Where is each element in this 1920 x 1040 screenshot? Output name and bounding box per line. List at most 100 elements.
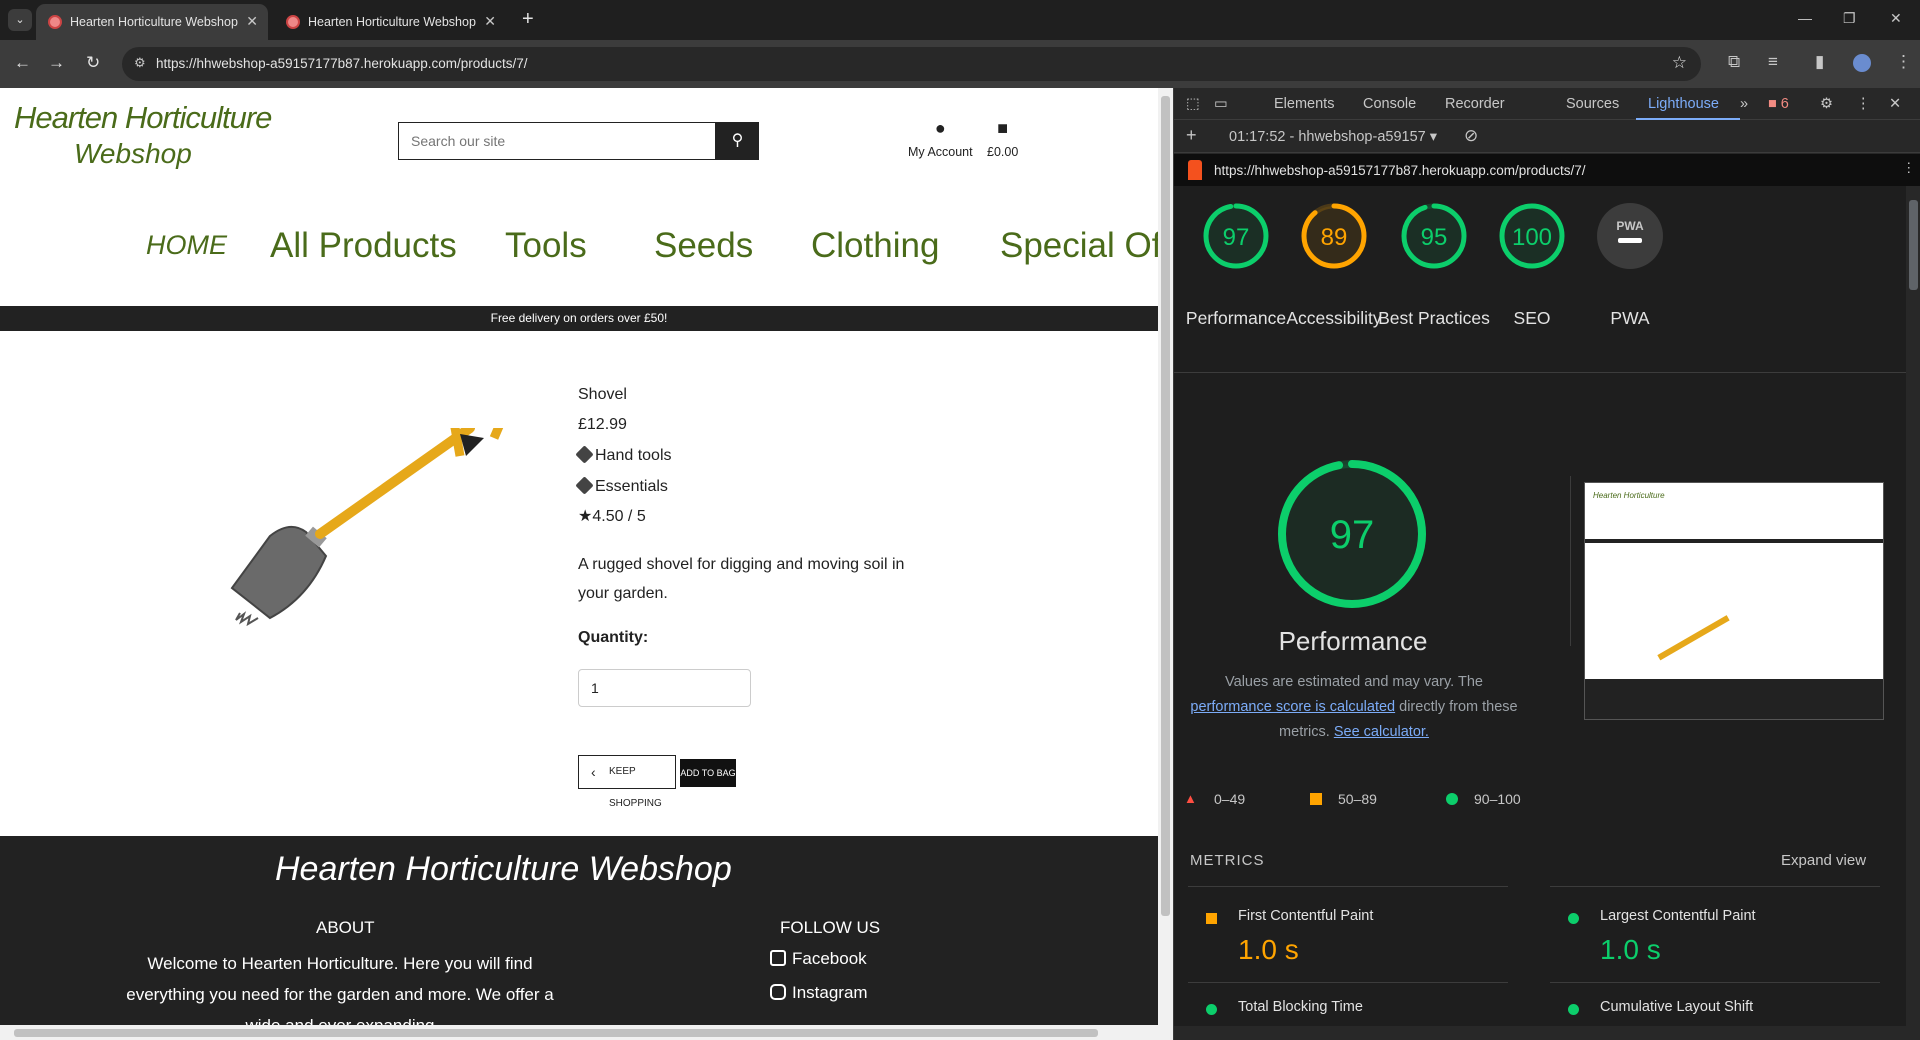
product-category-1[interactable]: Hand tools <box>575 445 672 465</box>
product-category-2[interactable]: Essentials <box>575 476 668 496</box>
lighthouse-toolbar: + 01:17:52 - hhwebshop-a59157 ▾ ⊘ <box>1174 121 1920 153</box>
webpage-viewport: Hearten Horticulture Webshop ⚲ ● My Acco… <box>0 88 1158 1025</box>
page-screenshot-thumbnail[interactable]: Hearten Horticulture <box>1584 482 1884 720</box>
browser-menu-icon[interactable]: ⋮ <box>1895 52 1912 72</box>
search-input[interactable] <box>399 123 715 159</box>
device-toolbar-icon[interactable]: ▭ <box>1214 96 1228 112</box>
nav-seeds[interactable]: Seeds <box>654 226 753 266</box>
search-icon: ⚲ <box>731 132 744 149</box>
issues-badge[interactable]: ■ 6 <box>1768 96 1789 112</box>
nav-special-offers[interactable]: Special Offe <box>1000 226 1158 266</box>
product-rating: ★4.50 / 5 <box>578 506 646 526</box>
address-bar[interactable]: ⚙ https://hhwebshop-a59157177b87.herokua… <box>122 47 1701 81</box>
lighthouse-url-bar: https://hhwebshop-a59157177b87.herokuapp… <box>1174 154 1920 186</box>
issue-icon: ■ <box>1768 96 1777 112</box>
keep-shopping-button[interactable]: ‹ KEEP SHOPPING <box>578 755 676 809</box>
tab-elements[interactable]: Elements <box>1274 96 1334 112</box>
tab-console[interactable]: Console <box>1363 96 1416 112</box>
score-value: 89 <box>1321 224 1348 251</box>
favicon-icon <box>48 15 62 29</box>
average-square-icon <box>1206 913 1217 924</box>
product-name: Shovel <box>578 386 627 403</box>
score-value: 100 <box>1512 224 1552 251</box>
inspect-icon[interactable]: ⬚ <box>1186 96 1200 112</box>
site-logo[interactable]: Hearten Horticulture <box>14 100 272 136</box>
forward-icon[interactable]: → <box>48 53 65 73</box>
score-value: 95 <box>1421 224 1448 251</box>
minimize-icon[interactable]: — <box>1798 10 1812 26</box>
tab-lighthouse[interactable]: Lighthouse <box>1648 96 1719 112</box>
add-to-bag-button[interactable]: ADD TO BAG <box>680 759 736 787</box>
facebook-link[interactable]: Facebook <box>770 949 867 969</box>
devtools-menu-icon[interactable]: ⋮ <box>1856 96 1871 112</box>
close-tab-icon[interactable]: ✕ <box>484 13 496 30</box>
new-tab-button[interactable]: + <box>522 8 534 31</box>
close-tab-icon[interactable]: ✕ <box>246 13 258 30</box>
report-menu-icon[interactable]: ⋮ <box>1902 160 1916 176</box>
nav-all-products[interactable]: All Products <box>270 226 457 266</box>
category-link[interactable]: Hand tools <box>595 447 672 464</box>
calculator-link[interactable]: See calculator. <box>1334 724 1429 740</box>
media-icon[interactable]: ≡ <box>1768 52 1778 72</box>
instagram-icon <box>770 984 786 1000</box>
reload-icon[interactable]: ↻ <box>86 53 100 73</box>
divider <box>1188 982 1508 983</box>
about-heading: ABOUT <box>316 918 375 937</box>
profile-avatar[interactable] <box>1853 54 1871 72</box>
clear-icon[interactable]: ⊘ <box>1464 126 1478 146</box>
nav-tools[interactable]: Tools <box>505 226 587 266</box>
site-info-icon[interactable]: ⚙ <box>134 55 146 71</box>
pwa-badge-text: PWA <box>1616 219 1644 233</box>
pass-circle-icon <box>1446 793 1458 805</box>
report-scrollbar[interactable] <box>1906 186 1920 1026</box>
shopping-bag-link[interactable]: ■ £0.00 <box>987 118 1018 159</box>
nav-home[interactable]: HOME <box>146 230 227 261</box>
score-gauge-pwa[interactable]: PWA <box>1594 200 1666 272</box>
new-report-icon[interactable]: + <box>1186 125 1197 146</box>
divider <box>1188 886 1508 887</box>
report-selector[interactable]: 01:17:52 - hhwebshop-a59157 ▾ <box>1229 129 1437 145</box>
rating-value: 4.50 / 5 <box>592 508 646 525</box>
search-button[interactable]: ⚲ <box>716 122 759 160</box>
performance-score-link[interactable]: performance score is calculated <box>1190 699 1395 715</box>
bookmark-star-icon[interactable]: ☆ <box>1672 53 1687 73</box>
close-window-icon[interactable]: ✕ <box>1890 10 1902 27</box>
site-logo-sub[interactable]: Webshop <box>74 138 192 170</box>
performance-big-gauge: 97 <box>1278 460 1426 608</box>
metrics-heading: METRICS <box>1190 852 1265 869</box>
extensions-icon[interactable]: ⧉ <box>1728 52 1740 72</box>
divider <box>1550 886 1880 887</box>
delivery-banner: Free delivery on orders over £50! <box>0 306 1158 331</box>
settings-gear-icon[interactable]: ⚙ <box>1820 96 1833 112</box>
star-icon: ★ <box>578 508 593 525</box>
tab-recorder[interactable]: Recorder <box>1445 96 1505 112</box>
pass-circle-icon <box>1568 913 1579 924</box>
page-vertical-scrollbar[interactable] <box>1158 88 1173 1025</box>
address-url[interactable]: https://hhwebshop-a59157177b87.herokuapp… <box>156 56 528 71</box>
quantity-input[interactable]: 1 <box>578 669 751 707</box>
score-gauge-best-practices[interactable]: 95 <box>1398 200 1470 272</box>
tab-search-button[interactable]: ⌄ <box>8 9 32 31</box>
side-panel-icon[interactable]: ▮ <box>1815 52 1824 72</box>
restore-icon[interactable]: ❐ <box>1843 10 1856 27</box>
shovel-handle <box>315 428 475 539</box>
instagram-link[interactable]: Instagram <box>770 983 868 1003</box>
average-square-icon <box>1310 793 1322 805</box>
category-link[interactable]: Essentials <box>595 478 668 495</box>
more-tabs-icon[interactable]: » <box>1740 96 1748 112</box>
score-gauge-accessibility[interactable]: 89 <box>1298 200 1370 272</box>
close-devtools-icon[interactable]: ✕ <box>1889 96 1901 112</box>
back-icon[interactable]: ← <box>14 53 31 73</box>
browser-tab-2[interactable]: Hearten Horticulture Webshop ✕ <box>274 4 506 40</box>
page-horizontal-scrollbar[interactable] <box>0 1025 1173 1040</box>
my-account-link[interactable]: ● My Account <box>908 118 973 159</box>
product-image[interactable] <box>210 428 550 668</box>
expand-view-toggle[interactable]: Expand view <box>1781 852 1866 869</box>
score-gauge-performance[interactable]: 97 <box>1200 200 1272 272</box>
score-gauge-seo[interactable]: 100 <box>1496 200 1568 272</box>
product-price: £12.99 <box>578 416 627 433</box>
nav-clothing[interactable]: Clothing <box>811 226 939 266</box>
tab-sources[interactable]: Sources <box>1566 96 1619 112</box>
browser-tab-1[interactable]: Hearten Horticulture Webshop ✕ <box>36 4 268 40</box>
report-url[interactable]: https://hhwebshop-a59157177b87.herokuapp… <box>1214 163 1586 178</box>
